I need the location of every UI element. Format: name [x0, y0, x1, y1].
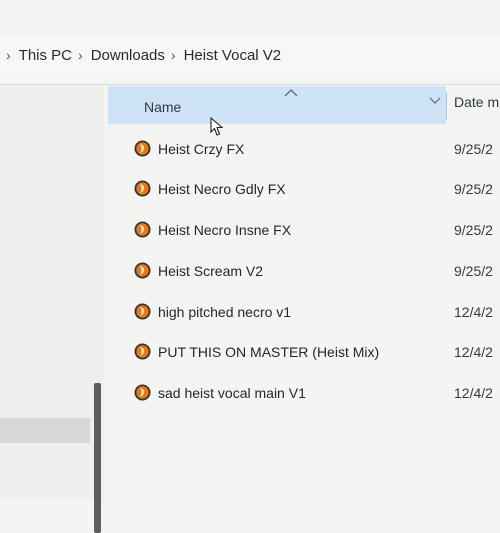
file-name: Heist Necro Insne FX — [158, 222, 292, 238]
breadcrumb: › This PC › Downloads › Heist Vocal V2 — [0, 36, 500, 74]
file-date-modified: 12/4/2 — [454, 304, 493, 320]
file-name: high pitched necro v1 — [158, 304, 292, 320]
fl-studio-project-icon — [134, 140, 151, 157]
file-row[interactable]: sad heist vocal main V1 12/4/2 — [108, 372, 500, 412]
file-row[interactable]: PUT THIS ON MASTER (Heist Mix) 12/4/2 — [108, 331, 500, 371]
file-row[interactable]: Heist Scream V2 9/25/2 — [108, 250, 500, 290]
file-name: Heist Crzy FX — [158, 141, 245, 157]
file-date-modified: 9/25/2 — [454, 181, 493, 197]
file-row[interactable]: Heist Necro Gdly FX 9/25/2 — [108, 168, 500, 208]
file-date-modified: 12/4/2 — [454, 385, 493, 401]
fl-studio-project-icon — [134, 384, 151, 401]
breadcrumb-current-folder[interactable]: Heist Vocal V2 — [184, 47, 282, 64]
column-header-date-modified[interactable]: Date m — [454, 94, 499, 110]
column-name-label: Name — [144, 99, 182, 115]
file-name: PUT THIS ON MASTER (Heist Mix) — [158, 344, 380, 360]
breadcrumb-separator: › — [6, 47, 11, 63]
column-header: Name Date m — [108, 86, 500, 124]
fl-studio-project-icon — [134, 303, 151, 320]
breadcrumb-separator[interactable]: › — [78, 47, 83, 63]
nav-selected-item[interactable] — [0, 418, 90, 443]
breadcrumb-this-pc[interactable]: This PC — [19, 47, 72, 64]
column-separator[interactable] — [446, 92, 447, 120]
file-list: Heist Crzy FX 9/25/2 Heist Necro Gdly FX… — [108, 128, 500, 428]
file-date-modified: 9/25/2 — [454, 222, 493, 238]
fl-studio-project-icon — [134, 180, 151, 197]
breadcrumb-separator[interactable]: › — [171, 47, 176, 63]
file-date-modified: 9/25/2 — [454, 263, 493, 279]
nav-scrollbar[interactable] — [94, 383, 101, 533]
file-name: Heist Scream V2 — [158, 263, 264, 279]
chevron-down-icon[interactable] — [429, 94, 441, 108]
fl-studio-project-icon — [134, 262, 151, 279]
fl-studio-project-icon — [134, 221, 151, 238]
sort-ascending-icon — [284, 86, 298, 100]
navigation-pane[interactable] — [0, 85, 104, 533]
column-header-name[interactable]: Name — [108, 86, 446, 124]
file-name: sad heist vocal main V1 — [158, 385, 306, 401]
fl-studio-project-icon — [134, 343, 151, 360]
breadcrumb-downloads[interactable]: Downloads — [91, 47, 165, 64]
file-row[interactable]: high pitched necro v1 12/4/2 — [108, 291, 500, 331]
file-name: Heist Necro Gdly FX — [158, 181, 286, 197]
file-row[interactable]: Heist Crzy FX 9/25/2 — [108, 128, 500, 168]
file-date-modified: 12/4/2 — [454, 344, 493, 360]
file-date-modified: 9/25/2 — [454, 141, 493, 157]
file-row[interactable]: Heist Necro Insne FX 9/25/2 — [108, 209, 500, 249]
